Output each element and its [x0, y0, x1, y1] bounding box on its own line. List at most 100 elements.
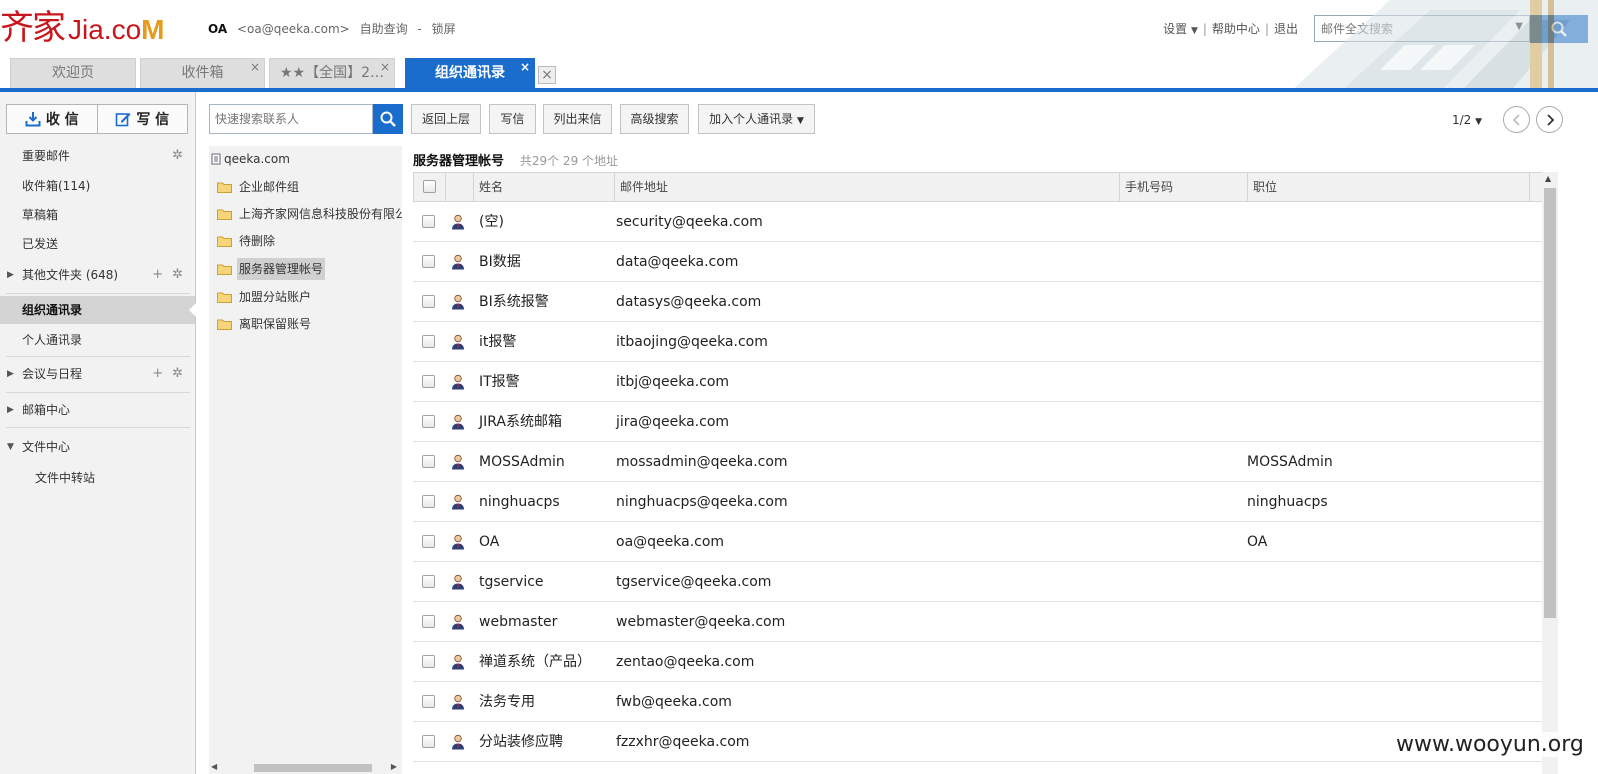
- add-to-personal-contacts-button[interactable]: 加入个人通讯录 ▼: [698, 104, 815, 134]
- expand-arrow-icon[interactable]: ▶: [7, 261, 14, 289]
- tree-node-selected[interactable]: 服务器管理帐号: [217, 258, 326, 280]
- gear-icon[interactable]: ✲: [172, 267, 183, 282]
- cell-email[interactable]: oa@qeeka.com: [616, 522, 1116, 562]
- row-checkbox[interactable]: [422, 295, 435, 308]
- back-up-button[interactable]: 返回上层: [411, 104, 481, 134]
- tree-node[interactable]: 离职保留账号: [217, 313, 313, 335]
- tree-horizontal-scrollbar[interactable]: ◀ ▶: [209, 762, 399, 774]
- settings-link[interactable]: 设置 ▼: [1163, 22, 1198, 36]
- close-icon[interactable]: ×: [250, 53, 260, 82]
- scrollbar-thumb[interactable]: [254, 764, 372, 772]
- column-header-position[interactable]: 职位: [1248, 173, 1530, 201]
- close-icon[interactable]: ×: [520, 53, 530, 82]
- self-query-link[interactable]: 自助查询: [360, 22, 408, 36]
- table-row[interactable]: 法务专用 fwb@qeeka.com: [413, 682, 1556, 722]
- logout-link[interactable]: 退出: [1274, 22, 1298, 36]
- sidebar-item-important[interactable]: 重要邮件 ✲: [0, 142, 195, 170]
- cell-email[interactable]: fwb@qeeka.com: [616, 682, 1116, 722]
- row-checkbox[interactable]: [422, 215, 435, 228]
- tree-node[interactable]: 上海齐家网信息科技股份有限公: [217, 203, 402, 225]
- sidebar-item-meetings[interactable]: ▶ 会议与日程 + ✲: [0, 360, 195, 388]
- table-row[interactable]: 分站装修应聘 fzzxhr@qeeka.com: [413, 722, 1556, 762]
- row-checkbox[interactable]: [422, 495, 435, 508]
- column-header-email[interactable]: 邮件地址: [615, 173, 1120, 201]
- cell-email[interactable]: mossadmin@qeeka.com: [616, 442, 1116, 482]
- row-checkbox[interactable]: [422, 615, 435, 628]
- scroll-up-icon[interactable]: ▲: [1545, 174, 1551, 183]
- cell-email[interactable]: jira@qeeka.com: [616, 402, 1116, 442]
- fulltext-search-button[interactable]: [1530, 15, 1588, 43]
- cell-email[interactable]: zentao@qeeka.com: [616, 642, 1116, 682]
- contact-search-input[interactable]: [210, 105, 360, 133]
- table-row[interactable]: BI系统报警 datasys@qeeka.com: [413, 282, 1556, 322]
- sidebar-item-drafts[interactable]: 草稿箱: [0, 201, 195, 229]
- table-row[interactable]: webmaster webmaster@qeeka.com: [413, 602, 1556, 642]
- gear-icon[interactable]: ✲: [172, 148, 183, 163]
- cell-email[interactable]: datasys@qeeka.com: [616, 282, 1116, 322]
- sidebar-item-org-contacts[interactable]: 组织通讯录: [0, 296, 196, 324]
- close-all-tabs-icon[interactable]: ×: [538, 66, 556, 84]
- tab-org-contacts[interactable]: 组织通讯录 ×: [405, 58, 535, 90]
- row-checkbox[interactable]: [422, 455, 435, 468]
- cell-email[interactable]: security@qeeka.com: [616, 202, 1116, 242]
- row-checkbox[interactable]: [422, 415, 435, 428]
- expand-arrow-icon[interactable]: ▶: [7, 396, 14, 424]
- sidebar-item-file-transfer[interactable]: 文件中转站: [0, 464, 195, 492]
- sidebar-item-mailbox-center[interactable]: ▶ 邮箱中心: [0, 396, 195, 424]
- sidebar-item-sent[interactable]: 已发送: [0, 230, 195, 258]
- table-row[interactable]: BI数据 data@qeeka.com: [413, 242, 1556, 282]
- table-row[interactable]: OA oa@qeeka.com OA: [413, 522, 1556, 562]
- prev-page-button[interactable]: [1503, 106, 1530, 133]
- receive-mail-button[interactable]: 收 信: [7, 105, 97, 133]
- tab-mail-thread[interactable]: ★★【全国】2… ×: [269, 58, 395, 88]
- table-vertical-scrollbar[interactable]: ▲: [1542, 172, 1558, 774]
- sidebar-item-other-folders[interactable]: ▶ 其他文件夹 (648) + ✲: [0, 261, 195, 289]
- row-checkbox[interactable]: [422, 575, 435, 588]
- column-header-name[interactable]: 姓名: [474, 173, 615, 201]
- cell-email[interactable]: fzzxhr@qeeka.com: [616, 722, 1116, 762]
- tree-root[interactable]: qeeka.com: [211, 152, 290, 166]
- close-icon[interactable]: ×: [380, 53, 390, 82]
- row-checkbox[interactable]: [422, 535, 435, 548]
- add-icon[interactable]: +: [152, 366, 163, 381]
- select-all-checkbox[interactable]: [423, 180, 436, 193]
- tab-inbox[interactable]: 收件箱 ×: [140, 58, 265, 88]
- cell-email[interactable]: itbj@qeeka.com: [616, 362, 1116, 402]
- tree-node[interactable]: 待删除: [217, 230, 277, 252]
- row-checkbox[interactable]: [422, 695, 435, 708]
- help-center-link[interactable]: 帮助中心: [1212, 22, 1260, 36]
- search-scope-dropdown-icon[interactable]: ▼: [1515, 21, 1523, 32]
- collapse-arrow-icon[interactable]: ▼: [7, 433, 14, 461]
- add-icon[interactable]: +: [152, 267, 163, 282]
- next-page-button[interactable]: [1536, 106, 1563, 133]
- page-indicator[interactable]: 1/2 ▼: [1452, 113, 1482, 127]
- cell-email[interactable]: tgservice@qeeka.com: [616, 562, 1116, 602]
- table-row[interactable]: it报警 itbaojing@qeeka.com: [413, 322, 1556, 362]
- contact-search-button[interactable]: [373, 104, 403, 134]
- cell-email[interactable]: webmaster@qeeka.com: [616, 602, 1116, 642]
- write-button[interactable]: 写信: [489, 104, 536, 134]
- advanced-search-button[interactable]: 高级搜索: [620, 104, 689, 134]
- scroll-right-icon[interactable]: ▶: [391, 762, 397, 771]
- sidebar-item-inbox[interactable]: 收件箱(114): [0, 172, 195, 200]
- table-row[interactable]: MOSSAdmin mossadmin@qeeka.com MOSSAdmin: [413, 442, 1556, 482]
- tab-welcome[interactable]: 欢迎页: [10, 58, 136, 88]
- table-row[interactable]: ninghuacps ninghuacps@qeeka.com ninghuacps: [413, 482, 1556, 522]
- qeeka-logo[interactable]: 齐家 Jia.co M: [0, 6, 164, 50]
- fulltext-search-input[interactable]: [1315, 16, 1495, 41]
- row-checkbox[interactable]: [422, 335, 435, 348]
- cell-email[interactable]: ninghuacps@qeeka.com: [616, 482, 1116, 522]
- lock-screen-link[interactable]: 锁屏: [432, 22, 456, 36]
- row-checkbox[interactable]: [422, 735, 435, 748]
- tree-node[interactable]: 企业邮件组: [217, 176, 301, 198]
- cell-email[interactable]: data@qeeka.com: [616, 242, 1116, 282]
- scroll-left-icon[interactable]: ◀: [211, 762, 217, 771]
- expand-arrow-icon[interactable]: ▶: [7, 360, 14, 388]
- cell-email[interactable]: itbaojing@qeeka.com: [616, 322, 1116, 362]
- sidebar-item-personal-contacts[interactable]: 个人通讯录: [0, 326, 195, 354]
- scrollbar-thumb[interactable]: [1544, 188, 1556, 618]
- column-header-mobile[interactable]: 手机号码: [1120, 173, 1248, 201]
- row-checkbox[interactable]: [422, 375, 435, 388]
- list-mail-button[interactable]: 列出来信: [543, 104, 612, 134]
- table-row[interactable]: 禅道系统（产品） zentao@qeeka.com: [413, 642, 1556, 682]
